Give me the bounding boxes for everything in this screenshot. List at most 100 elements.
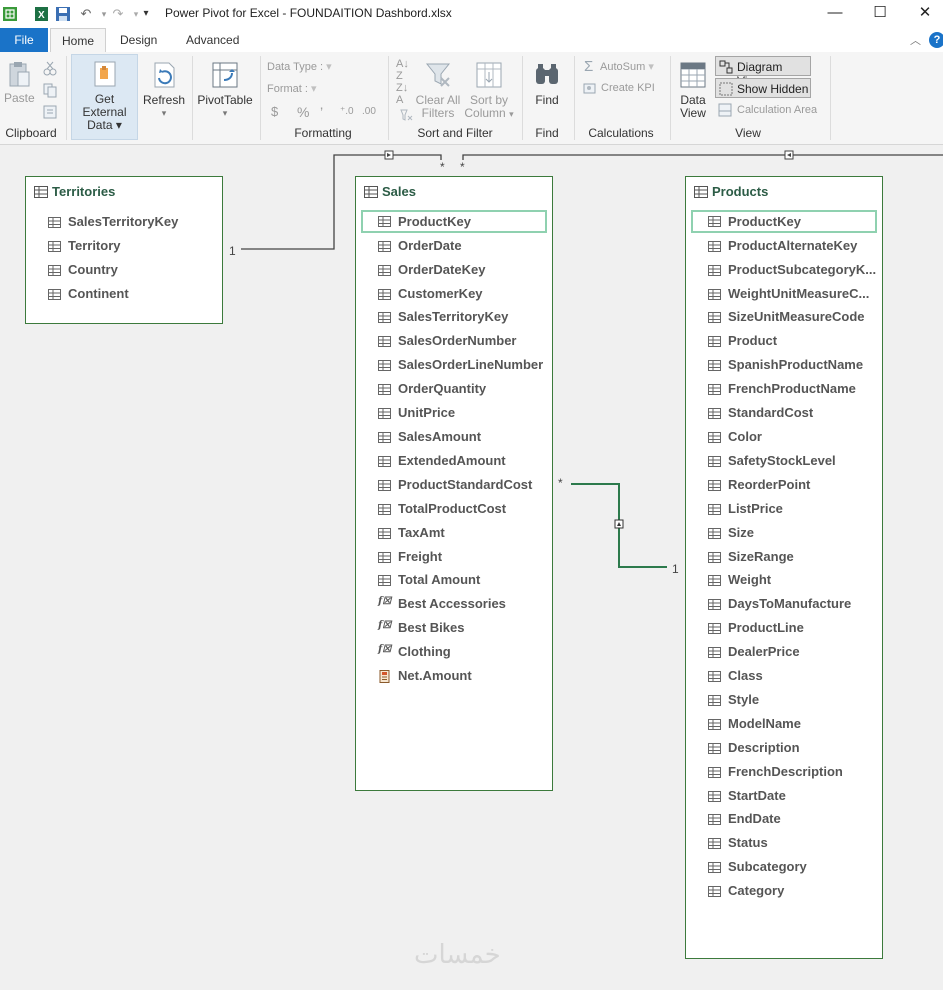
column-name: Product xyxy=(728,333,778,348)
column-icon xyxy=(48,289,61,300)
column-name: Size xyxy=(728,525,755,540)
column-name: ProductKey xyxy=(728,214,801,229)
column-icon xyxy=(708,767,721,778)
column-name: DealerPrice xyxy=(728,644,800,659)
column-name: ProductStandardCost xyxy=(398,477,533,492)
column-name: ReorderPoint xyxy=(728,477,811,492)
calculator-icon xyxy=(379,670,390,683)
column-icon xyxy=(378,265,391,276)
column-icon xyxy=(708,265,721,276)
column-icon xyxy=(708,719,721,730)
column-icon xyxy=(708,791,721,802)
column-item-selected[interactable]: ProductKey xyxy=(361,210,547,233)
column-name: OrderDate xyxy=(398,238,462,253)
column-icon xyxy=(708,289,721,300)
column-name: ListPrice xyxy=(728,501,783,516)
column-icon xyxy=(378,384,391,395)
column-name: TotalProductCost xyxy=(398,501,507,516)
table-icon xyxy=(364,186,378,198)
column-name: EndDate xyxy=(728,811,781,826)
column-name: SafetyStockLevel xyxy=(728,453,836,468)
column-name: SalesAmount xyxy=(398,429,482,444)
column-name: OrderQuantity xyxy=(398,381,487,396)
sales-table[interactable]: Sales ProductKey OrderDate OrderDateKey … xyxy=(355,176,553,791)
products-table[interactable]: Products ProductKey ProductAlternateKey … xyxy=(685,176,883,959)
column-item-selected[interactable]: ProductKey xyxy=(691,210,877,233)
column-icon xyxy=(708,647,721,658)
column-name: FrenchProductName xyxy=(728,381,856,396)
table-icon xyxy=(34,186,48,198)
column-name: SalesTerritoryKey xyxy=(68,214,179,229)
territories-table[interactable]: Territories SalesTerritoryKey Territory … xyxy=(25,176,223,324)
column-icon xyxy=(378,504,391,515)
measure-fx-icon: f☒ xyxy=(378,596,392,607)
column-icon xyxy=(708,432,721,443)
column-icon xyxy=(378,289,391,300)
column-icon xyxy=(708,623,721,634)
column-icon xyxy=(378,360,391,371)
column-name: ModelName xyxy=(728,716,801,731)
column-icon xyxy=(708,814,721,825)
column-name: ProductLine xyxy=(728,620,804,635)
column-icon xyxy=(378,528,391,539)
table-icon xyxy=(694,186,708,198)
column-name: SizeUnitMeasureCode xyxy=(728,309,865,324)
column-icon xyxy=(708,216,721,227)
column-icon xyxy=(708,575,721,586)
products-sales-top-relationship[interactable] xyxy=(462,154,943,160)
column-icon xyxy=(708,336,721,347)
watermark: خمسات xyxy=(414,940,501,970)
column-icon xyxy=(378,312,391,323)
column-name: Territory xyxy=(68,238,121,253)
column-name: SalesTerritoryKey xyxy=(398,309,509,324)
column-name: Class xyxy=(728,668,763,683)
column-name: ProductSubcategoryK... xyxy=(728,262,877,277)
column-icon xyxy=(708,504,721,515)
column-name: SalesOrderLineNumber xyxy=(398,357,544,372)
products-table-title: Products xyxy=(712,184,769,199)
column-icon xyxy=(378,408,391,419)
territories-one-marker: 1 xyxy=(229,244,236,258)
column-icon xyxy=(708,312,721,323)
sales-many-marker-3: * xyxy=(558,476,563,490)
column-name: Description xyxy=(728,740,800,755)
column-icon xyxy=(708,480,721,491)
sales-many-marker-2: * xyxy=(460,160,465,174)
column-name: Weight xyxy=(728,572,772,587)
column-name: UnitPrice xyxy=(398,405,456,420)
column-name: Best Bikes xyxy=(398,620,465,635)
column-name: FrenchDescription xyxy=(728,764,843,779)
column-name: Continent xyxy=(68,286,129,301)
column-icon xyxy=(378,456,391,467)
column-icon xyxy=(378,552,391,563)
column-name: Style xyxy=(728,692,760,707)
column-name: Country xyxy=(68,262,118,277)
products-one-marker: 1 xyxy=(672,562,679,576)
column-name: SalesOrderNumber xyxy=(398,333,517,348)
column-name: TaxAmt xyxy=(398,525,445,540)
column-name: Total Amount xyxy=(398,572,481,587)
column-icon xyxy=(708,743,721,754)
sales-table-title: Sales xyxy=(382,184,416,199)
column-name: WeightUnitMeasureC... xyxy=(728,286,870,301)
column-icon xyxy=(48,217,61,228)
column-name: ProductAlternateKey xyxy=(728,238,858,253)
column-icon xyxy=(708,384,721,395)
column-icon xyxy=(708,862,721,873)
column-icon xyxy=(708,360,721,371)
column-icon xyxy=(48,265,61,276)
column-icon xyxy=(48,241,61,252)
column-icon xyxy=(708,456,721,467)
column-name: Freight xyxy=(398,549,443,564)
column-name: Net.Amount xyxy=(398,668,472,683)
sales-many-marker-1: * xyxy=(440,160,445,174)
column-icon xyxy=(708,671,721,682)
column-icon xyxy=(378,480,391,491)
column-name: SpanishProductName xyxy=(728,357,864,372)
column-icon xyxy=(378,575,391,586)
territories-table-title: Territories xyxy=(52,184,116,199)
column-name: ProductKey xyxy=(398,214,471,229)
column-icon xyxy=(708,241,721,252)
measure-fx-icon: f☒ xyxy=(378,620,392,631)
column-icon xyxy=(708,838,721,849)
